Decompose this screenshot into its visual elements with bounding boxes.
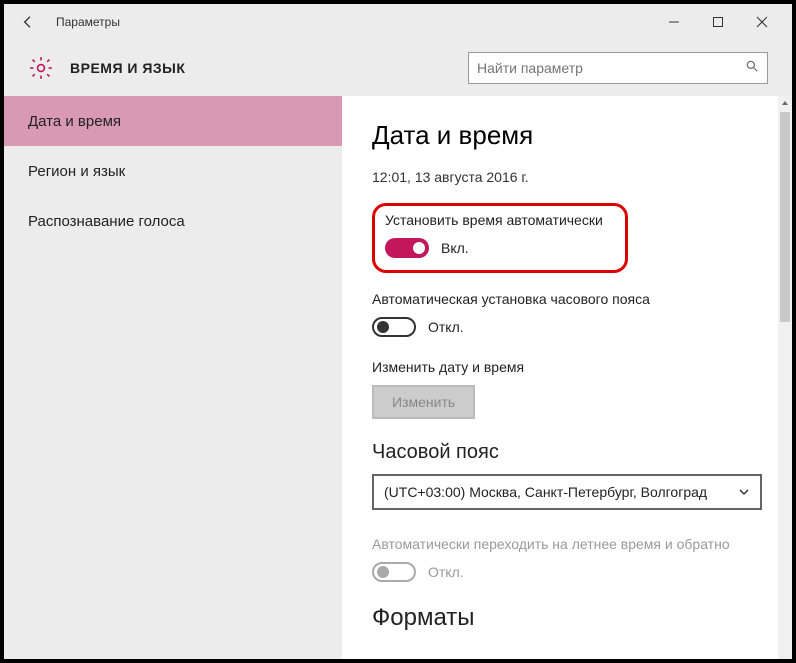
minimize-button[interactable]: [652, 6, 696, 38]
auto-tz-state: Откл.: [428, 319, 464, 335]
timezone-value: (UTC+03:00) Москва, Санкт-Петербург, Вол…: [384, 484, 707, 500]
back-button[interactable]: [12, 6, 44, 38]
page-heading: Дата и время: [372, 120, 748, 151]
content-pane: Дата и время 12:01, 13 августа 2016 г. У…: [342, 96, 778, 659]
auto-time-toggle[interactable]: [385, 238, 429, 258]
scrollbar[interactable]: [778, 96, 792, 659]
app-title: ВРЕМЯ И ЯЗЫК: [70, 60, 185, 76]
scroll-up-icon[interactable]: [778, 96, 792, 110]
sidebar-item-speech[interactable]: Распознавание голоса: [4, 196, 342, 246]
dst-toggle: [372, 562, 416, 582]
close-button[interactable]: [740, 6, 784, 38]
maximize-button[interactable]: [696, 6, 740, 38]
timezone-select[interactable]: (UTC+03:00) Москва, Санкт-Петербург, Вол…: [372, 474, 762, 510]
timezone-heading: Часовой пояс: [372, 441, 748, 464]
sidebar-item-label: Распознавание голоса: [28, 213, 185, 230]
maximize-icon: [712, 16, 724, 28]
arrow-left-icon: [20, 14, 36, 30]
formats-heading: Форматы: [372, 604, 748, 632]
auto-time-state: Вкл.: [441, 240, 469, 256]
window-title: Параметры: [56, 15, 120, 29]
close-icon: [756, 16, 768, 28]
auto-tz-label: Автоматическая установка часового пояса: [372, 291, 748, 307]
highlight-annotation: Установить время автоматически Вкл.: [372, 203, 628, 273]
search-box[interactable]: [468, 52, 768, 84]
minimize-icon: [668, 16, 680, 28]
search-input[interactable]: [477, 60, 745, 76]
header: ВРЕМЯ И ЯЗЫК: [4, 40, 792, 96]
sidebar: Дата и время Регион и язык Распознавание…: [4, 96, 342, 659]
auto-tz-toggle[interactable]: [372, 317, 416, 337]
dst-state: Откл.: [428, 564, 464, 580]
change-button: Изменить: [372, 385, 475, 419]
search-icon: [745, 59, 759, 78]
auto-time-label: Установить время автоматически: [385, 212, 603, 228]
sidebar-item-region-language[interactable]: Регион и язык: [4, 146, 342, 196]
scroll-thumb[interactable]: [780, 112, 790, 322]
chevron-down-icon: [738, 486, 750, 498]
sidebar-item-label: Регион и язык: [28, 163, 125, 180]
sidebar-item-date-time[interactable]: Дата и время: [4, 96, 342, 146]
change-datetime-label: Изменить дату и время: [372, 359, 748, 375]
sidebar-item-label: Дата и время: [28, 113, 121, 130]
gear-icon: [28, 55, 54, 81]
dst-label: Автоматически переходить на летнее время…: [372, 536, 748, 552]
titlebar: Параметры: [4, 4, 792, 40]
current-datetime: 12:01, 13 августа 2016 г.: [372, 169, 748, 185]
